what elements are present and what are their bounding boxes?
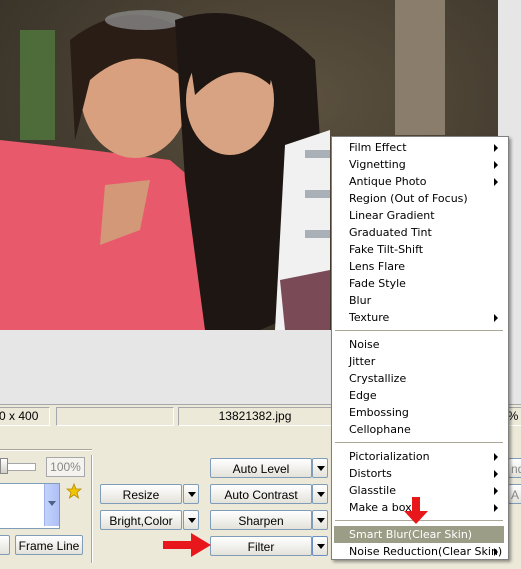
unknown-partial-button[interactable]	[0, 535, 10, 555]
menu-item-edge[interactable]: Edge	[334, 387, 504, 404]
file-name: 13821382.jpg	[218, 409, 292, 423]
right-partial-button-1[interactable]: nd	[508, 458, 521, 478]
menu-item-pictorialization[interactable]: Pictorialization	[334, 448, 504, 465]
bright-color-label: Bright,Color	[109, 514, 173, 528]
menu-item-graduated-tint[interactable]: Graduated Tint	[334, 224, 504, 241]
menu-item-fake-tilt-shift[interactable]: Fake Tilt-Shift	[334, 241, 504, 258]
bright-color-dropdown-button[interactable]	[183, 510, 199, 530]
chevron-down-icon	[48, 501, 56, 506]
preset-combobox[interactable]	[0, 483, 60, 529]
toolbar-divider	[91, 455, 93, 563]
frame-line-button[interactable]: Frame Line	[15, 535, 83, 555]
menu-item-noise-reduction-clear-skin[interactable]: Noise Reduction(Clear Skin)	[334, 543, 504, 560]
menu-item-fade-style[interactable]: Fade Style	[334, 275, 504, 292]
menu-item-antique-photo[interactable]: Antique Photo	[334, 173, 504, 190]
sharpen-dropdown-button[interactable]	[312, 510, 328, 530]
status-dimensions: 0 x 400	[0, 407, 50, 426]
image-dimensions: 0 x 400	[0, 409, 39, 423]
right-partial-button-2[interactable]: A	[508, 484, 521, 504]
toolbar-divider	[0, 449, 92, 451]
sharpen-button[interactable]: Sharpen	[210, 510, 312, 530]
auto-contrast-dropdown-button[interactable]	[312, 484, 328, 504]
favorite-star-icon[interactable]	[65, 482, 83, 499]
menu-separator	[335, 330, 503, 332]
filter-button[interactable]: Filter	[210, 536, 312, 556]
zoom-value-text: 100%	[50, 460, 81, 474]
menu-item-distorts[interactable]: Distorts	[334, 465, 504, 482]
right-partial-label-2: A	[511, 488, 520, 502]
right-partial-label-1: nd	[511, 462, 521, 476]
auto-level-button[interactable]: Auto Level	[210, 458, 312, 478]
auto-contrast-button[interactable]: Auto Contrast	[210, 484, 312, 504]
resize-dropdown-button[interactable]	[183, 484, 199, 504]
menu-item-noise[interactable]: Noise	[334, 336, 504, 353]
auto-contrast-label: Auto Contrast	[224, 488, 298, 502]
menu-item-region-out-of-focus[interactable]: Region (Out of Focus)	[334, 190, 504, 207]
menu-separator	[335, 442, 503, 444]
resize-label: Resize	[122, 488, 160, 502]
bright-color-button[interactable]: Bright,Color	[100, 510, 182, 530]
red-arrow-right-icon	[163, 533, 211, 557]
filter-label: Filter	[247, 540, 275, 554]
frame-line-label: Frame Line	[18, 539, 80, 553]
menu-item-film-effect[interactable]: Film Effect	[334, 139, 504, 156]
status-cell-empty	[56, 407, 174, 426]
menu-item-linear-gradient[interactable]: Linear Gradient	[334, 207, 504, 224]
filter-dropdown-button[interactable]	[312, 536, 328, 556]
zoom-value-field[interactable]: 100%	[46, 457, 85, 477]
preset-combobox-dropdown[interactable]	[44, 484, 59, 526]
menu-item-smart-blur-clear-skin[interactable]: Smart Blur(Clear Skin)	[334, 526, 504, 543]
menu-item-cellophane[interactable]: Cellophane	[334, 421, 504, 438]
menu-item-vignetting[interactable]: Vignetting	[334, 156, 504, 173]
red-arrow-down-icon	[404, 497, 428, 524]
menu-item-blur[interactable]: Blur	[334, 292, 504, 309]
sharpen-label: Sharpen	[238, 514, 284, 528]
menu-item-embossing[interactable]: Embossing	[334, 404, 504, 421]
menu-item-lens-flare[interactable]: Lens Flare	[334, 258, 504, 275]
resize-button[interactable]: Resize	[100, 484, 182, 504]
auto-level-dropdown-button[interactable]	[312, 458, 328, 478]
menu-item-jitter[interactable]: Jitter	[334, 353, 504, 370]
menu-item-texture[interactable]: Texture	[334, 309, 504, 326]
auto-level-label: Auto Level	[232, 462, 290, 476]
zoom-slider-thumb[interactable]	[0, 458, 8, 474]
status-filename: 13821382.jpg	[178, 407, 332, 426]
menu-item-crystallize[interactable]: Crystallize	[334, 370, 504, 387]
